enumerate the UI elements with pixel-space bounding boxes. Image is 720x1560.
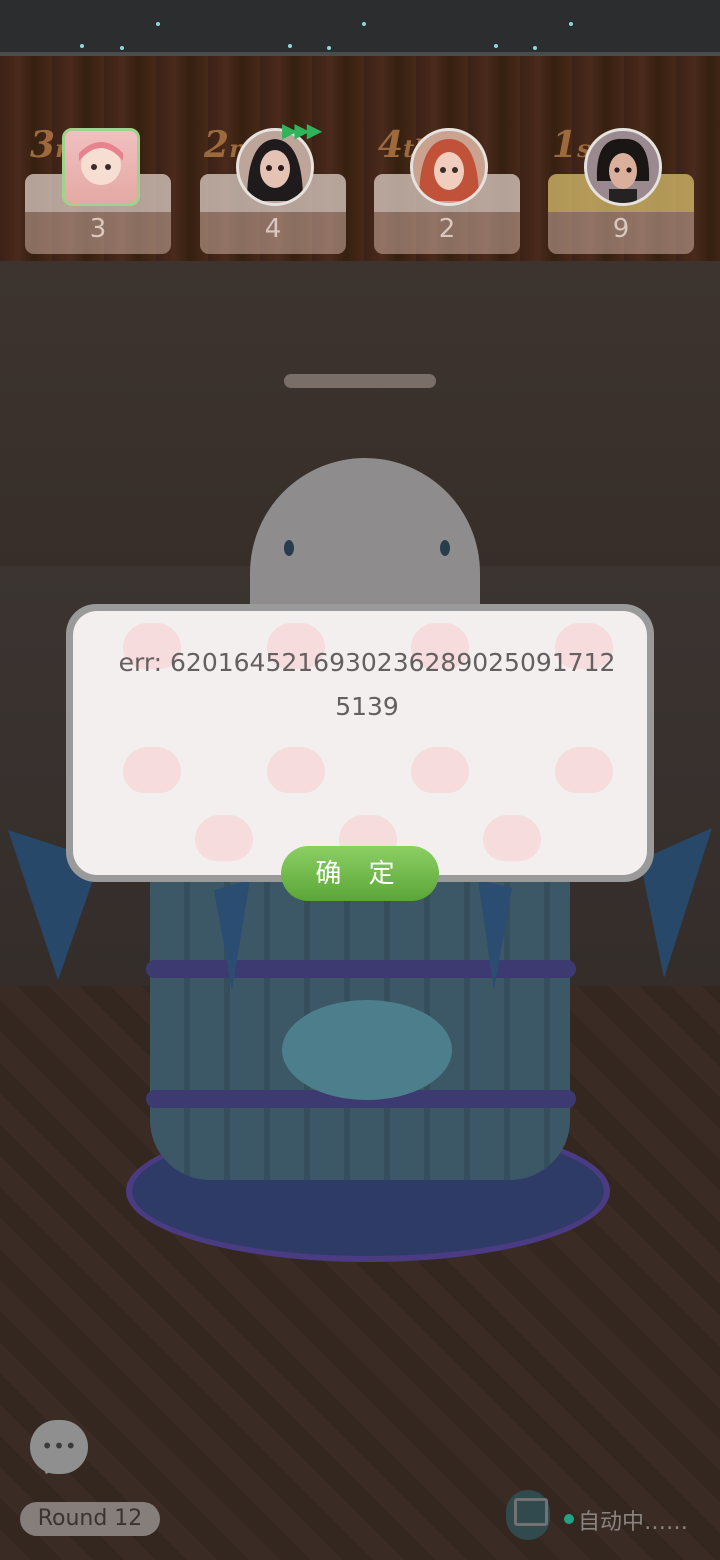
- cat-pattern-icon: [483, 815, 541, 861]
- cat-pattern-icon: [123, 747, 181, 793]
- decor-dot: [327, 46, 331, 50]
- decor-dot: [569, 22, 573, 26]
- whale-decoration: [282, 1000, 452, 1100]
- player-score: 4: [264, 214, 282, 244]
- cat-pattern-icon: [195, 815, 253, 861]
- turn-indicator-icon: ▶▶▶: [282, 118, 322, 142]
- error-message: err: 62016452169302362890250917125139: [118, 648, 616, 721]
- decor-dot: [533, 46, 537, 50]
- avatar[interactable]: [584, 128, 662, 206]
- player-score: 9: [612, 214, 630, 244]
- ghost-eye: [284, 540, 294, 556]
- shelf-decoration: [284, 374, 436, 388]
- cat-pattern-icon: [411, 747, 469, 793]
- decor-dot: [288, 44, 292, 48]
- round-counter: Round 12: [20, 1502, 160, 1536]
- player-score: 3: [89, 214, 107, 244]
- decor-dot: [362, 22, 366, 26]
- decor-dot: [494, 44, 498, 48]
- decor-dot: [120, 46, 124, 50]
- confirm-button[interactable]: 确 定: [281, 846, 439, 901]
- player-score: 2: [438, 214, 456, 244]
- status-dot: [564, 1514, 574, 1524]
- cat-pattern-icon: [555, 747, 613, 793]
- auto-status-text: 自动中……: [578, 1510, 689, 1535]
- error-dialog: err: 62016452169302362890250917125139: [66, 604, 654, 882]
- top-status-strip: [0, 0, 720, 56]
- cat-pattern-icon: [267, 747, 325, 793]
- ghost-eye: [440, 540, 450, 556]
- avatar[interactable]: [410, 128, 488, 206]
- error-dialog-body: err: 62016452169302362890250917125139: [73, 611, 647, 875]
- monitor-icon[interactable]: [506, 1490, 550, 1540]
- decor-dot: [156, 22, 160, 26]
- avatar[interactable]: [62, 128, 140, 206]
- decor-dot: [80, 44, 84, 48]
- chat-bubble-icon[interactable]: •••: [30, 1420, 88, 1474]
